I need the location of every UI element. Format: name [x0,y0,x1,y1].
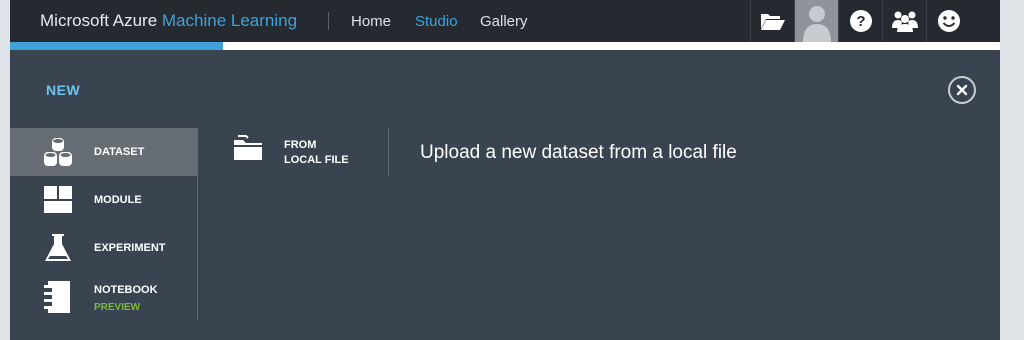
nav-divider [328,12,329,30]
module-blocks-icon [44,186,72,213]
option-divider [388,128,389,176]
close-icon [956,84,968,96]
user-avatar-icon [802,6,831,42]
app-window: Microsoft Azure Machine Learning Home St… [10,0,1000,340]
feedback-smiley-icon [937,10,960,32]
sidebar-item-label: NOTEBOOK [94,284,158,296]
open-folder-button[interactable] [750,0,794,42]
sidebar-divider [197,128,198,320]
sidebar-item-label: EXPERIMENT [94,242,166,254]
help-icon: ? [849,10,872,32]
top-bar: Microsoft Azure Machine Learning Home St… [10,0,1000,42]
community-button[interactable] [882,0,926,42]
folder-icon[interactable] [232,134,264,162]
help-button[interactable]: ? [838,0,882,42]
user-avatar-button[interactable] [794,0,838,42]
close-button[interactable] [948,76,976,104]
experiment-flask-icon [45,234,71,261]
nav-home[interactable]: Home [351,13,391,30]
sidebar-item-experiment[interactable]: EXPERIMENT [10,224,197,272]
sidebar-item-label: MODULE [94,194,142,206]
progress-fill [10,42,223,50]
folder-open-icon [760,14,785,30]
sidebar-item-label: DATASET [94,146,145,158]
community-icon [891,11,918,32]
brand-accent: Machine Learning [161,11,298,30]
brand-prefix: Microsoft Azure [40,11,158,30]
progress-bar [10,42,1000,50]
brand-title[interactable]: Microsoft Azure Machine Learning [40,11,297,31]
sidebar-item-notebook[interactable]: NOTEBOOK PREVIEW [10,272,197,320]
from-local-file-option[interactable]: FROM LOCAL FILE [284,138,349,168]
sidebar-item-module[interactable]: MODULE [10,176,197,224]
nav-gallery[interactable]: Gallery [480,13,528,30]
feedback-button[interactable] [926,0,970,42]
svg-text:?: ? [856,13,865,30]
dataset-cylinders-icon [44,138,72,166]
panel-title: NEW [46,82,81,98]
preview-badge: PREVIEW [94,302,141,313]
sidebar-item-dataset[interactable]: DATASET [10,128,197,176]
notebook-icon [44,281,70,313]
option-description: Upload a new dataset from a local file [420,142,737,163]
nav-studio[interactable]: Studio [415,13,458,30]
